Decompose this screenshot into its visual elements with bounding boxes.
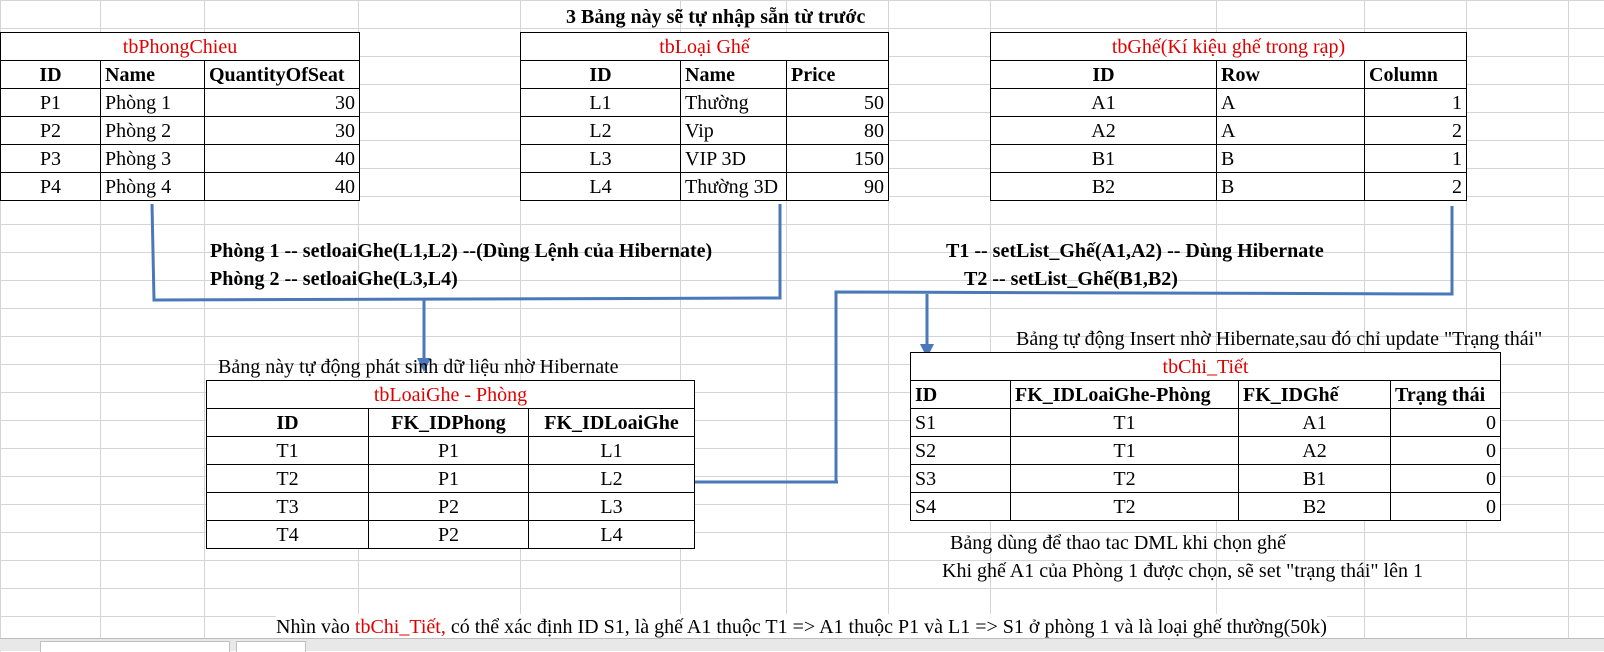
sheet-tab-bar	[0, 638, 1604, 652]
table-cell[interactable]: L3	[527, 492, 696, 521]
table-cell[interactable]: L4	[527, 520, 696, 549]
table-row: T3 P2 L3	[206, 492, 696, 521]
table-cell[interactable]: P1	[368, 464, 529, 493]
table-row: S4 T2 B2 0	[910, 492, 1502, 521]
column-header: ID	[910, 380, 1011, 409]
auto-gen-note: Bảng này tự động phát sinh dữ liệu nhờ H…	[218, 356, 619, 378]
footer-prefix: Nhìn vào	[276, 616, 355, 638]
sheet-tab[interactable]	[40, 641, 230, 652]
column-header: FK_IDLoaiGhe-Phòng	[1010, 380, 1239, 409]
column-header: FK_IDGhế	[1238, 380, 1391, 409]
table-title: tbLoaiGhe - Phòng	[205, 380, 696, 409]
table-cell[interactable]: P2	[368, 520, 529, 549]
table-cell[interactable]: S2	[910, 436, 1011, 465]
connector-lines	[150, 203, 1454, 484]
table-cell[interactable]: P1	[368, 436, 529, 465]
connector-phong-loaighe	[150, 203, 782, 302]
table-cell[interactable]: B1	[1238, 464, 1391, 493]
footer-note: Nhìn vào tbChi_Tiết, có thể xác định ID …	[276, 614, 1327, 640]
table-cell[interactable]: L1	[527, 436, 696, 465]
table-cell[interactable]: T1	[1010, 436, 1239, 465]
footer-suffix: có thể xác định ID S1, là ghế A1 thuộc T…	[445, 616, 1327, 638]
table-cell[interactable]: S3	[910, 464, 1011, 493]
table-cell[interactable]: T2	[206, 464, 369, 493]
table-row: T4 P2 L4	[206, 520, 696, 549]
table-cell[interactable]: S1	[910, 408, 1011, 437]
column-header: FK_IDLoaiGhe	[527, 408, 696, 437]
column-header: Trạng thái	[1389, 380, 1502, 409]
table-cell[interactable]: P2	[368, 492, 529, 521]
tb-loaighe-phong-table: tbLoaiGhe - Phòng ID FK_IDPhong FK_IDLoa…	[205, 380, 696, 549]
table-cell[interactable]: 0	[1389, 408, 1502, 437]
table-cell[interactable]: T2	[1010, 464, 1239, 493]
table-cell[interactable]: A2	[1238, 436, 1391, 465]
table-cell[interactable]: 0	[1389, 464, 1502, 493]
dml-note: Bảng dùng để thao tac DML khi chọn ghế	[950, 532, 1286, 554]
table-cell[interactable]: 0	[1389, 492, 1502, 521]
footer-highlight: tbChi_Tiết,	[354, 616, 446, 638]
table-cell[interactable]: T1	[206, 436, 369, 465]
table-cell[interactable]: B2	[1238, 492, 1391, 521]
table-title: tbChi_Tiết	[909, 352, 1502, 381]
table-cell[interactable]: L2	[527, 464, 696, 493]
table-cell[interactable]: T2	[1010, 492, 1239, 521]
table-cell[interactable]: 0	[1389, 436, 1502, 465]
auto-insert-note: Bảng tự động Insert nhờ Hibernate,sau đó…	[1016, 328, 1543, 350]
select-note: Khi ghế A1 của Phòng 1 được chọn, sẽ set…	[942, 560, 1423, 582]
table-row: S3 T2 B1 0	[910, 464, 1502, 493]
table-cell[interactable]: A1	[1238, 408, 1391, 437]
tb-chi-tiet-table: tbChi_Tiết ID FK_IDLoaiGhe-Phòng FK_IDGh…	[909, 352, 1502, 521]
table-row: T2 P1 L2	[206, 464, 696, 493]
column-header: FK_IDPhong	[368, 408, 529, 437]
table-cell[interactable]: T3	[206, 492, 369, 521]
table-row: T1 P1 L1	[206, 436, 696, 465]
table-cell[interactable]: T1	[1010, 408, 1239, 437]
sheet-tab[interactable]	[236, 641, 306, 652]
table-row: S2 T1 A2 0	[910, 436, 1502, 465]
column-header: ID	[206, 408, 369, 437]
table-row: S1 T1 A1 0	[910, 408, 1502, 437]
table-cell[interactable]: T4	[206, 520, 369, 549]
table-cell[interactable]: S4	[910, 492, 1011, 521]
